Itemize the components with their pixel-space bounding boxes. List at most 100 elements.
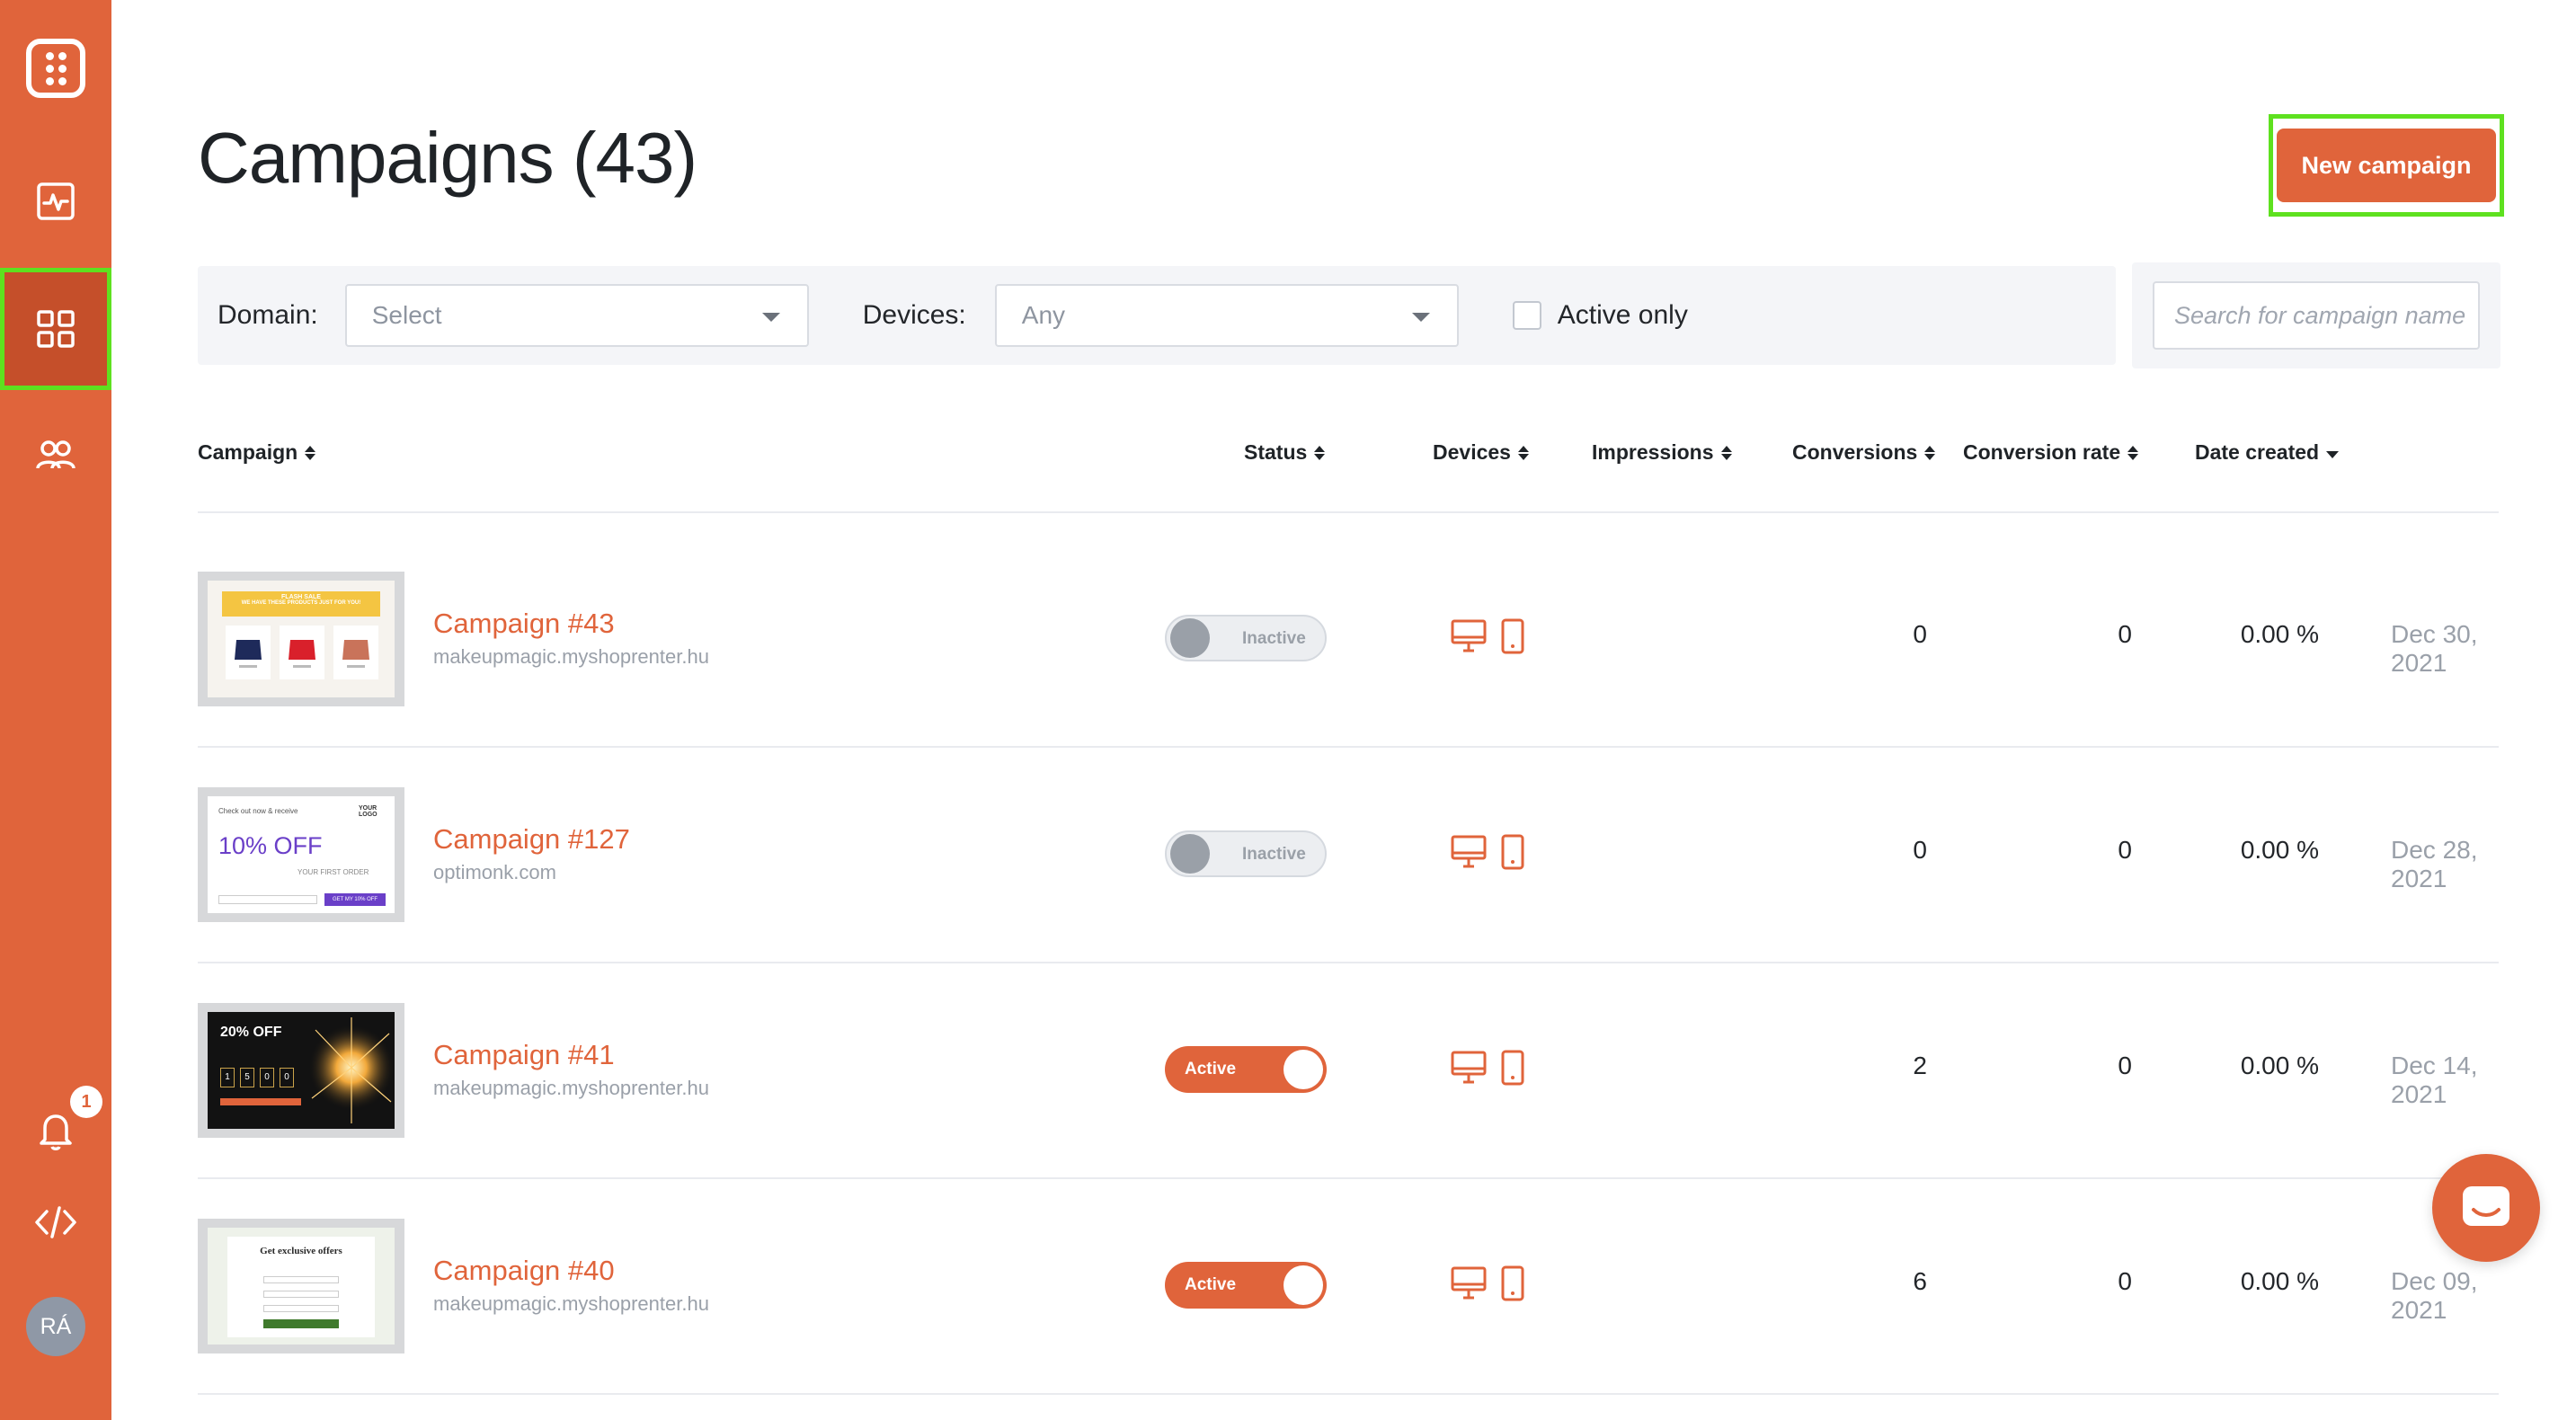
users-icon — [36, 440, 76, 469]
search-container — [2132, 262, 2500, 368]
sort-icon — [1517, 445, 1529, 460]
divider — [198, 962, 2499, 963]
campaign-thumbnail[interactable]: Check out now & receive YOUR LOGO 10% OF… — [198, 787, 404, 922]
desktop-icon — [1451, 619, 1487, 652]
domain-select[interactable]: Select — [344, 284, 809, 347]
thumbnail-offer: 20% OFF — [220, 1025, 282, 1040]
devices-label: Devices: — [862, 300, 966, 330]
countdown-digit: 0 — [260, 1068, 274, 1087]
mobile-icon — [1501, 1050, 1524, 1086]
desktop-icon — [1451, 1051, 1487, 1084]
campaign-name-link[interactable]: Campaign #40 — [433, 1255, 615, 1287]
device-icons — [1451, 1265, 1524, 1301]
thumbnail-preview: 20% OFF 1 5 0 0 — [208, 1012, 395, 1129]
status-label: Active — [1185, 1275, 1237, 1294]
campaign-name-link[interactable]: Campaign #127 — [433, 823, 630, 856]
campaign-domain: makeupmagic.myshoprenter.hu — [433, 645, 709, 668]
table-row[interactable]: Get exclusive offers Campaign #40 makeup… — [198, 1186, 2499, 1402]
device-icons — [1451, 1050, 1524, 1086]
active-only-checkbox[interactable] — [1512, 301, 1541, 330]
devices-select-value: Any — [1021, 301, 1066, 329]
countdown-digits: 1 5 0 0 — [220, 1068, 294, 1087]
column-header-date-created[interactable]: Date created — [2195, 440, 2340, 465]
toggle-knob — [1284, 1265, 1323, 1305]
chat-icon — [2463, 1186, 2509, 1226]
campaign-thumbnail[interactable]: Get exclusive offers — [198, 1219, 404, 1353]
thumbnail-cta — [220, 1098, 301, 1105]
status-label: Active — [1185, 1060, 1237, 1078]
thumbnail-subtitle: YOUR FIRST ORDER — [298, 868, 369, 876]
column-header-campaign[interactable]: Campaign — [198, 440, 316, 465]
sidebar-item-analytics[interactable] — [0, 140, 111, 262]
table-row[interactable]: 20% OFF 1 5 0 0 Campaign #41 makeupmagic… — [198, 971, 2499, 1186]
sort-icon — [1924, 445, 1936, 460]
active-only-label[interactable]: Active only — [1558, 300, 1688, 331]
toggle-knob — [1284, 1050, 1323, 1089]
table-row[interactable]: FLASH SALE WE HAVE THESE PRODUCTS JUST F… — [198, 539, 2499, 755]
column-label: Conversion rate — [1963, 440, 2121, 464]
mobile-icon — [1501, 618, 1524, 654]
column-label: Impressions — [1592, 440, 1714, 464]
device-icons — [1451, 618, 1524, 654]
new-campaign-button[interactable]: New campaign — [2277, 129, 2496, 202]
campaign-domain: makeupmagic.myshoprenter.hu — [433, 1292, 709, 1315]
chat-button[interactable] — [2432, 1154, 2540, 1262]
column-header-conversion-rate[interactable]: Conversion rate — [1963, 440, 2139, 465]
thumbnail-offer: 10% OFF — [218, 832, 323, 859]
divider — [198, 1393, 2499, 1395]
date-created-value: Dec 14, 2021 — [2391, 1052, 2478, 1108]
status-toggle[interactable]: Active — [1165, 1262, 1327, 1309]
campaign-thumbnail[interactable]: 20% OFF 1 5 0 0 — [198, 1003, 404, 1138]
app-logo[interactable] — [0, 7, 111, 129]
thumbnail-logo: YOUR LOGO — [359, 805, 378, 818]
table-row[interactable]: Check out now & receive YOUR LOGO 10% OF… — [198, 755, 2499, 971]
column-header-impressions[interactable]: Impressions — [1592, 440, 1732, 465]
column-header-conversions[interactable]: Conversions — [1792, 440, 1936, 465]
avatar: RÁ — [26, 1297, 85, 1356]
column-label: Campaign — [198, 440, 298, 464]
desktop-icon — [1451, 835, 1487, 868]
analytics-icon — [37, 182, 75, 220]
devices-select[interactable]: Any — [994, 284, 1459, 347]
sort-icon — [305, 445, 316, 460]
campaign-name-link[interactable]: Campaign #43 — [433, 608, 615, 640]
thumbnail-field — [263, 1291, 339, 1298]
thumbnail-preview: Check out now & receive YOUR LOGO 10% OF… — [208, 796, 395, 913]
chevron-down-icon — [1411, 313, 1430, 322]
desktop-icon — [1451, 1266, 1487, 1300]
status-label: Inactive — [1242, 845, 1306, 864]
campaign-name-link[interactable]: Campaign #41 — [433, 1039, 615, 1071]
sidebar-item-audience[interactable] — [0, 394, 111, 516]
code-icon — [35, 1206, 76, 1238]
date-created-value: Dec 30, 2021 — [2391, 620, 2478, 677]
toggle-knob — [1170, 834, 1210, 874]
column-header-devices[interactable]: Devices — [1433, 440, 1529, 465]
thumbnail-headline: WE HAVE THESE PRODUCTS JUST FOR YOU! — [241, 600, 361, 606]
status-toggle[interactable]: Inactive — [1165, 830, 1327, 877]
column-header-status[interactable]: Status — [1244, 440, 1326, 465]
countdown-digit: 0 — [280, 1068, 294, 1087]
divider — [198, 511, 2499, 513]
filter-bar: Domain: Select Devices: Any Active only — [198, 266, 2116, 365]
thumbnail-card: Get exclusive offers — [227, 1237, 375, 1337]
thumbnail-cta: GET MY 10% OFF — [324, 893, 386, 906]
thumbnail-banner-text: FLASH SALE — [281, 594, 321, 600]
sidebar-item-campaigns[interactable] — [0, 268, 111, 390]
date-created-value: Dec 09, 2021 — [2391, 1267, 2478, 1324]
device-icons — [1451, 834, 1524, 870]
search-input[interactable] — [2153, 281, 2480, 350]
user-avatar[interactable]: RÁ — [0, 1265, 111, 1388]
status-label: Inactive — [1242, 629, 1306, 648]
status-toggle[interactable]: Inactive — [1165, 615, 1327, 661]
domain-select-value: Select — [371, 301, 442, 329]
status-toggle[interactable]: Active — [1165, 1046, 1327, 1093]
sort-icon — [1720, 445, 1732, 460]
countdown-digit: 1 — [220, 1068, 235, 1087]
divider — [198, 1177, 2499, 1179]
campaign-thumbnail[interactable]: FLASH SALE WE HAVE THESE PRODUCTS JUST F… — [198, 572, 404, 706]
chevron-down-icon — [761, 313, 780, 322]
campaign-domain: makeupmagic.myshoprenter.hu — [433, 1077, 709, 1099]
thumbnail-preview: Get exclusive offers — [208, 1228, 395, 1345]
countdown-digit: 5 — [240, 1068, 254, 1087]
column-label: Devices — [1433, 440, 1511, 464]
